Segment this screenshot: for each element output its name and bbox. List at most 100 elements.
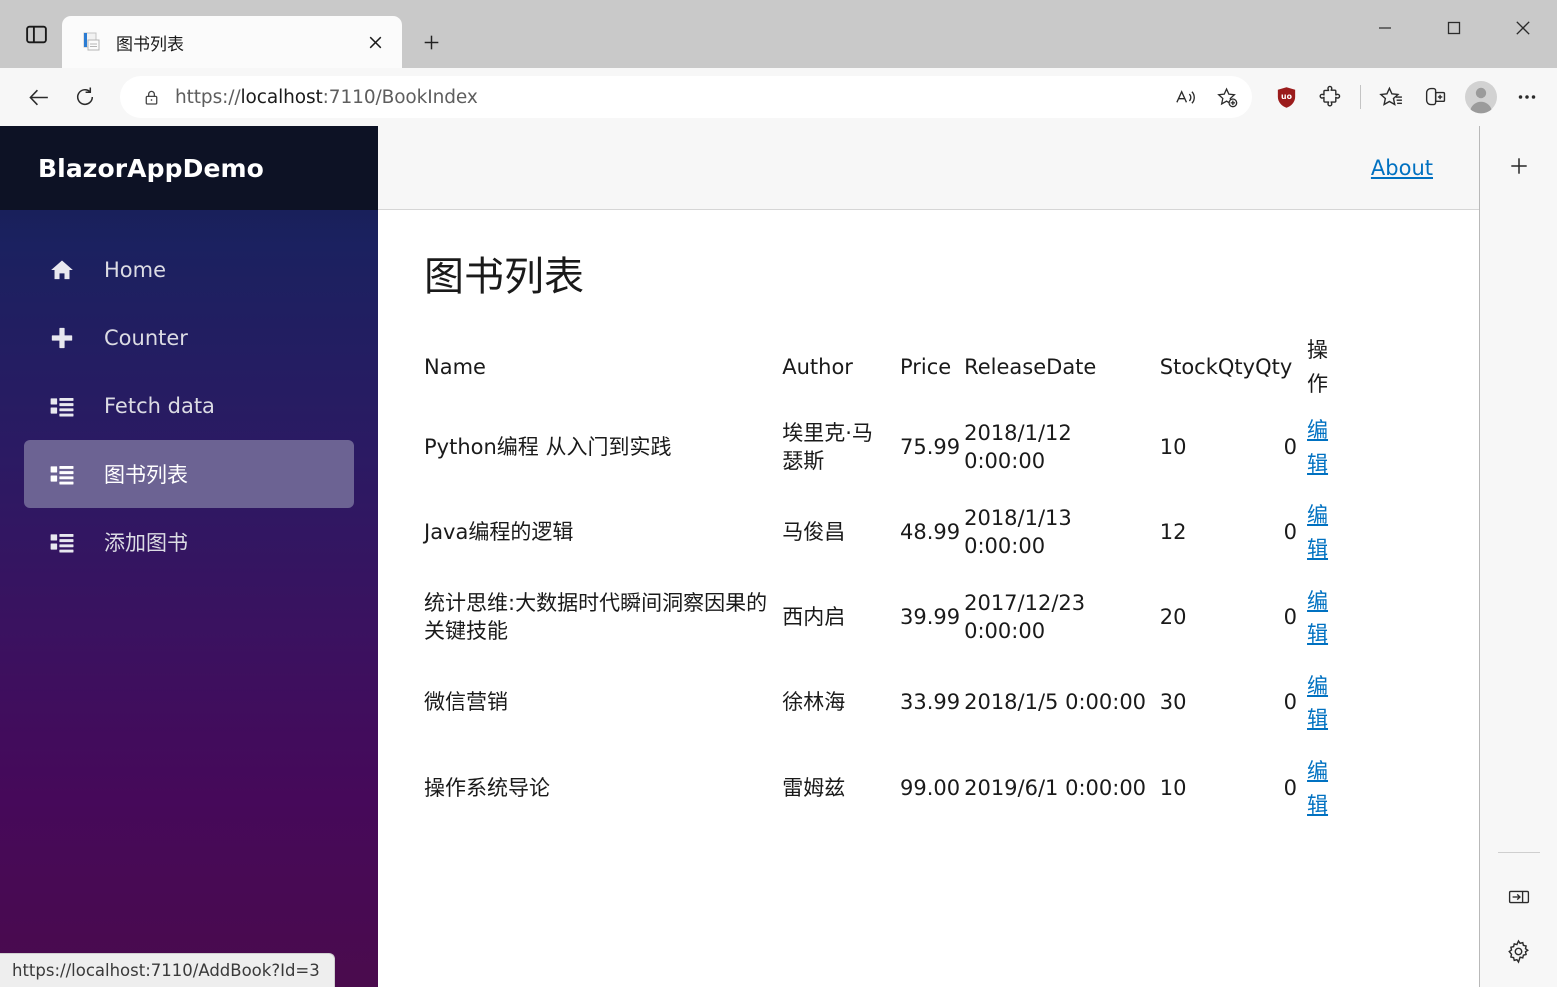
page-article: 图书列表 Name Author Price ReleaseDate Stock…	[378, 210, 1479, 831]
favorites-star-icon[interactable]	[1371, 77, 1411, 117]
cell-author: 埃里克·马瑟斯	[782, 421, 873, 473]
list-icon	[48, 460, 76, 488]
table-header-row: Name Author Price ReleaseDate StockQty Q…	[424, 330, 1339, 405]
sidebar-item-label: Fetch data	[104, 394, 215, 418]
column-header-qty: Qty	[1255, 354, 1293, 379]
ellipsis-icon[interactable]	[1507, 77, 1547, 117]
browser-toolbar: https://localhost:7110/BookIndex uo	[0, 68, 1557, 126]
cell-release-date: 2018/1/13 0:00:00	[964, 506, 1072, 558]
cell-qty: 0	[1283, 605, 1298, 630]
sidebar-item-fetch-data[interactable]: Fetch data	[24, 372, 354, 440]
status-bar: https://localhost:7110/AddBook?Id=3	[0, 953, 335, 987]
column-header-release-date: ReleaseDate	[964, 354, 1097, 379]
expand-panel-icon[interactable]	[1497, 875, 1541, 919]
refresh-icon[interactable]	[64, 76, 106, 118]
cell-name: Python编程 从入门到实践	[424, 434, 672, 459]
cell-price: 33.99	[899, 690, 961, 715]
cell-name: 操作系统导论	[424, 775, 550, 800]
edit-link[interactable]: 编辑	[1307, 755, 1329, 822]
app-sidebar: BlazorAppDemo Home Counter Fetch data 图书…	[0, 126, 378, 987]
browser-tab[interactable]: 图书列表	[62, 16, 402, 68]
book-table-body: Python编程 从入门到实践 埃里克·马瑟斯 75.99 2018/1/12 …	[424, 405, 1339, 831]
cell-name: 统计思维:大数据时代瞬间洞察因果的关键技能	[424, 591, 768, 644]
gear-icon[interactable]	[1497, 929, 1541, 973]
cell-name: Java编程的逻辑	[424, 520, 574, 545]
cell-release-date: 2019/6/1 0:00:00	[964, 775, 1147, 800]
cell-price: 39.99	[899, 605, 961, 630]
sidebar-item-counter[interactable]: Counter	[24, 304, 354, 372]
edit-link[interactable]: 编辑	[1307, 499, 1329, 566]
cell-stock-qty: 20	[1159, 605, 1187, 630]
cell-author: 雷姆兹	[782, 775, 846, 800]
app-content: About 图书列表 Name Author Price ReleaseDate…	[378, 126, 1479, 987]
cell-author: 马俊昌	[782, 520, 846, 545]
cell-release-date: 2018/1/5 0:00:00	[964, 690, 1147, 715]
sidebar-item-home[interactable]: Home	[24, 236, 354, 304]
book-table-head: Name Author Price ReleaseDate StockQty Q…	[424, 330, 1339, 405]
url-text: https://localhost:7110/BookIndex	[175, 86, 478, 108]
window-controls	[1350, 0, 1557, 56]
edit-link[interactable]: 编辑	[1307, 585, 1329, 652]
close-icon[interactable]	[360, 27, 390, 57]
column-header-name: Name	[424, 354, 486, 379]
web-page: BlazorAppDemo Home Counter Fetch data 图书…	[0, 126, 1480, 987]
collections-icon[interactable]	[1415, 77, 1455, 117]
app-topbar: About	[378, 126, 1479, 210]
home-icon	[48, 256, 76, 284]
cell-stock-qty: 12	[1159, 520, 1187, 545]
about-link[interactable]: About	[1371, 156, 1433, 180]
column-header-price: Price	[899, 354, 952, 379]
split-pane-icon[interactable]	[10, 8, 62, 60]
sidebar-item-label: 图书列表	[104, 463, 188, 487]
svg-text:uo: uo	[1281, 92, 1293, 101]
cell-qty: 0	[1283, 520, 1298, 545]
cell-qty: 0	[1283, 434, 1298, 459]
lock-icon	[142, 88, 161, 107]
browser-window: 图书列表 https://localhost:7110/BookIndex uo…	[0, 0, 1557, 987]
book-table: Name Author Price ReleaseDate StockQty Q…	[424, 330, 1339, 831]
toolbar-divider	[1360, 85, 1361, 109]
puzzle-piece-icon[interactable]	[1310, 77, 1350, 117]
sidebar-item-add-book[interactable]: 添加图书	[24, 508, 354, 576]
maximize-icon[interactable]	[1419, 0, 1488, 56]
profile-avatar-icon[interactable]	[1459, 75, 1503, 119]
sidebar-item-label: Counter	[104, 326, 188, 350]
document-icon	[80, 31, 102, 53]
table-row: 微信营销 徐林海 33.99 2018/1/5 0:00:00 30 0 编辑	[424, 661, 1339, 746]
new-tab-button[interactable]	[410, 21, 452, 63]
column-header-stock-qty: StockQty	[1159, 354, 1256, 379]
cell-action: 编辑	[1307, 405, 1339, 490]
table-row: 统计思维:大数据时代瞬间洞察因果的关键技能 西内启 39.99 2017/12/…	[424, 576, 1339, 661]
cell-name: 微信营销	[424, 690, 508, 715]
cell-stock-qty: 30	[1159, 690, 1187, 715]
cell-action: 编辑	[1307, 746, 1339, 831]
add-favorite-icon[interactable]	[1208, 78, 1246, 116]
tab-title: 图书列表	[116, 34, 184, 55]
cell-release-date: 2017/12/23 0:00:00	[964, 591, 1086, 644]
sidebar-item-book-list[interactable]: 图书列表	[24, 440, 354, 508]
minimize-icon[interactable]	[1350, 0, 1419, 56]
cell-author: 西内启	[782, 605, 846, 630]
list-icon	[48, 392, 76, 420]
arrow-left-icon[interactable]	[18, 76, 60, 118]
cell-action: 编辑	[1307, 576, 1339, 661]
table-row: Java编程的逻辑 马俊昌 48.99 2018/1/13 0:00:00 12…	[424, 490, 1339, 575]
column-header-action-label: 操作	[1307, 338, 1329, 396]
close-icon[interactable]	[1488, 0, 1557, 56]
cell-price: 99.00	[899, 775, 961, 800]
table-row: 操作系统导论 雷姆兹 99.00 2019/6/1 0:00:00 10 0 编…	[424, 746, 1339, 831]
edit-link[interactable]: 编辑	[1307, 670, 1329, 737]
edit-link[interactable]: 编辑	[1307, 414, 1329, 481]
read-aloud-icon[interactable]	[1166, 78, 1204, 116]
rail-divider	[1497, 852, 1540, 853]
app-brand[interactable]: BlazorAppDemo	[0, 126, 378, 210]
address-bar[interactable]: https://localhost:7110/BookIndex	[120, 76, 1252, 118]
browser-viewport: BlazorAppDemo Home Counter Fetch data 图书…	[0, 126, 1557, 987]
cell-stock-qty: 10	[1159, 434, 1187, 459]
plus-icon[interactable]	[1497, 144, 1541, 188]
ublock-shield-icon[interactable]: uo	[1266, 77, 1306, 117]
omnibox-actions	[1166, 78, 1246, 116]
table-row: Python编程 从入门到实践 埃里克·马瑟斯 75.99 2018/1/12 …	[424, 405, 1339, 490]
rail-bottom-group	[1480, 852, 1557, 973]
plus-icon	[48, 324, 76, 352]
